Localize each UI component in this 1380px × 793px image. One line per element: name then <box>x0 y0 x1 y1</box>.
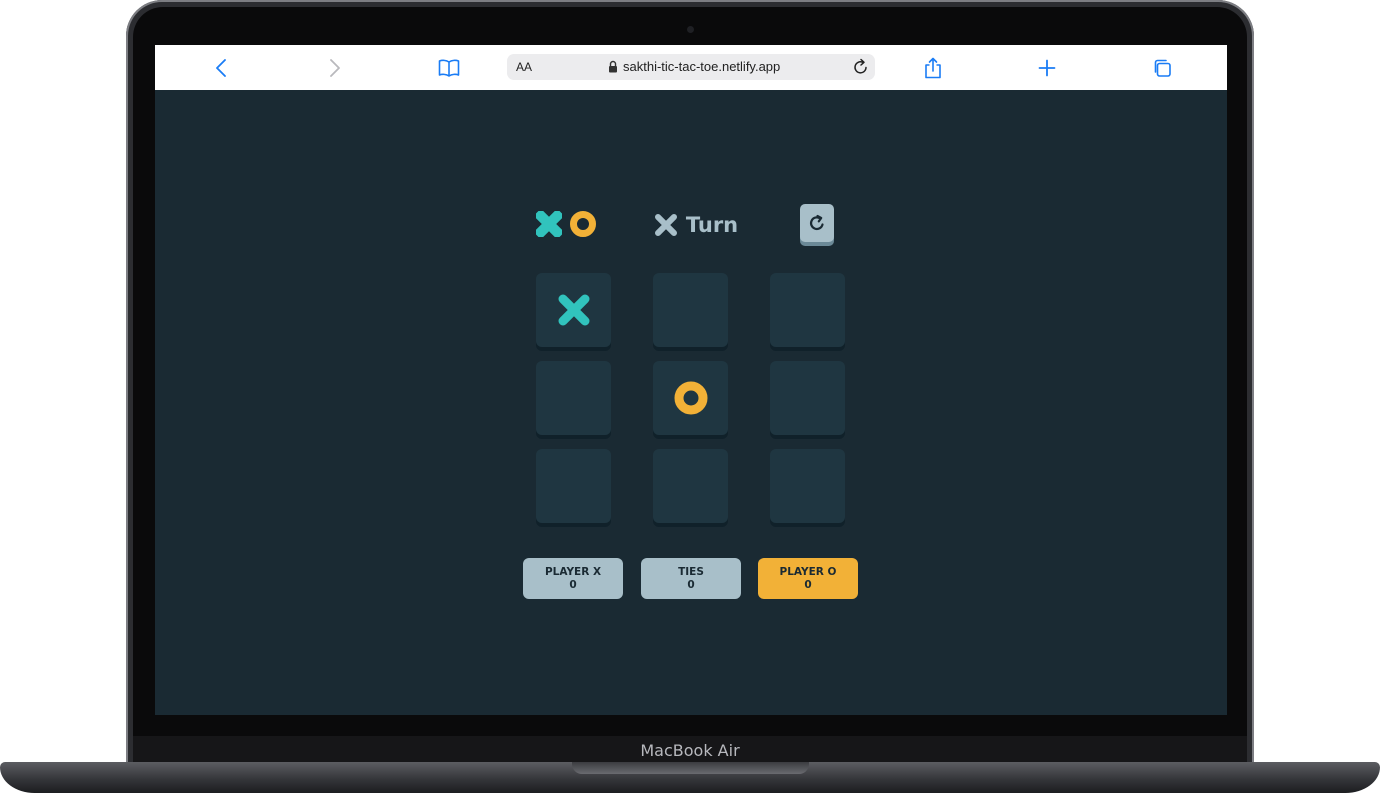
restart-button[interactable] <box>800 204 834 242</box>
board-cell-1[interactable] <box>536 273 611 347</box>
model-label: MacBook Air <box>640 741 740 760</box>
o-mark-icon <box>674 381 707 415</box>
board-cell-7[interactable] <box>536 449 611 523</box>
url-text: sakthi-tic-tac-toe.netlify.app <box>623 59 781 74</box>
board-cell-5[interactable] <box>653 361 728 435</box>
laptop-notch <box>572 762 809 774</box>
score-player-o: PLAYER O 0 <box>758 558 858 599</box>
tabs-overview-icon[interactable] <box>1150 56 1174 80</box>
browser-toolbar: AA sakthi-tic-tac-toe.netlify.app <box>155 45 1227 90</box>
logo-x-icon <box>536 211 562 237</box>
score-value: 0 <box>804 579 812 591</box>
lock-icon <box>608 60 618 78</box>
address-bar[interactable]: AA sakthi-tic-tac-toe.netlify.app <box>507 54 875 80</box>
bookmarks-icon[interactable] <box>437 56 461 80</box>
x-mark-icon <box>558 294 589 326</box>
score-ties: TIES 0 <box>641 558 741 599</box>
game-logo <box>536 209 596 239</box>
share-icon[interactable] <box>921 56 945 80</box>
score-label: PLAYER O <box>779 566 837 578</box>
new-tab-icon[interactable] <box>1035 56 1059 80</box>
score-label: PLAYER X <box>544 566 602 578</box>
forward-icon[interactable] <box>323 56 347 80</box>
screen: AA sakthi-tic-tac-toe.netlify.app Turn P… <box>155 45 1227 715</box>
turn-x-icon <box>654 214 677 236</box>
score-value: 0 <box>569 579 577 591</box>
restart-icon <box>809 214 824 231</box>
board-cell-9[interactable] <box>770 449 845 523</box>
text-size-button[interactable]: AA <box>516 60 532 74</box>
camera <box>687 26 694 33</box>
board-cell-2[interactable] <box>653 273 728 347</box>
score-label: TIES <box>678 566 704 578</box>
reload-icon[interactable] <box>853 58 869 81</box>
back-icon[interactable] <box>209 56 233 80</box>
score-player-x: PLAYER X 0 <box>523 558 623 599</box>
board-cell-3[interactable] <box>770 273 845 347</box>
logo-o-icon <box>570 211 596 237</box>
turn-indicator: Turn <box>641 208 751 242</box>
score-value: 0 <box>687 579 695 591</box>
board-cell-4[interactable] <box>536 361 611 435</box>
game-screen: Turn PLAYER X 0 TIES 0 PLAYER O 0 <box>155 90 1227 715</box>
turn-label: Turn <box>685 213 739 237</box>
board-cell-6[interactable] <box>770 361 845 435</box>
board-cell-8[interactable] <box>653 449 728 523</box>
laptop-chin: MacBook Air <box>133 736 1247 764</box>
